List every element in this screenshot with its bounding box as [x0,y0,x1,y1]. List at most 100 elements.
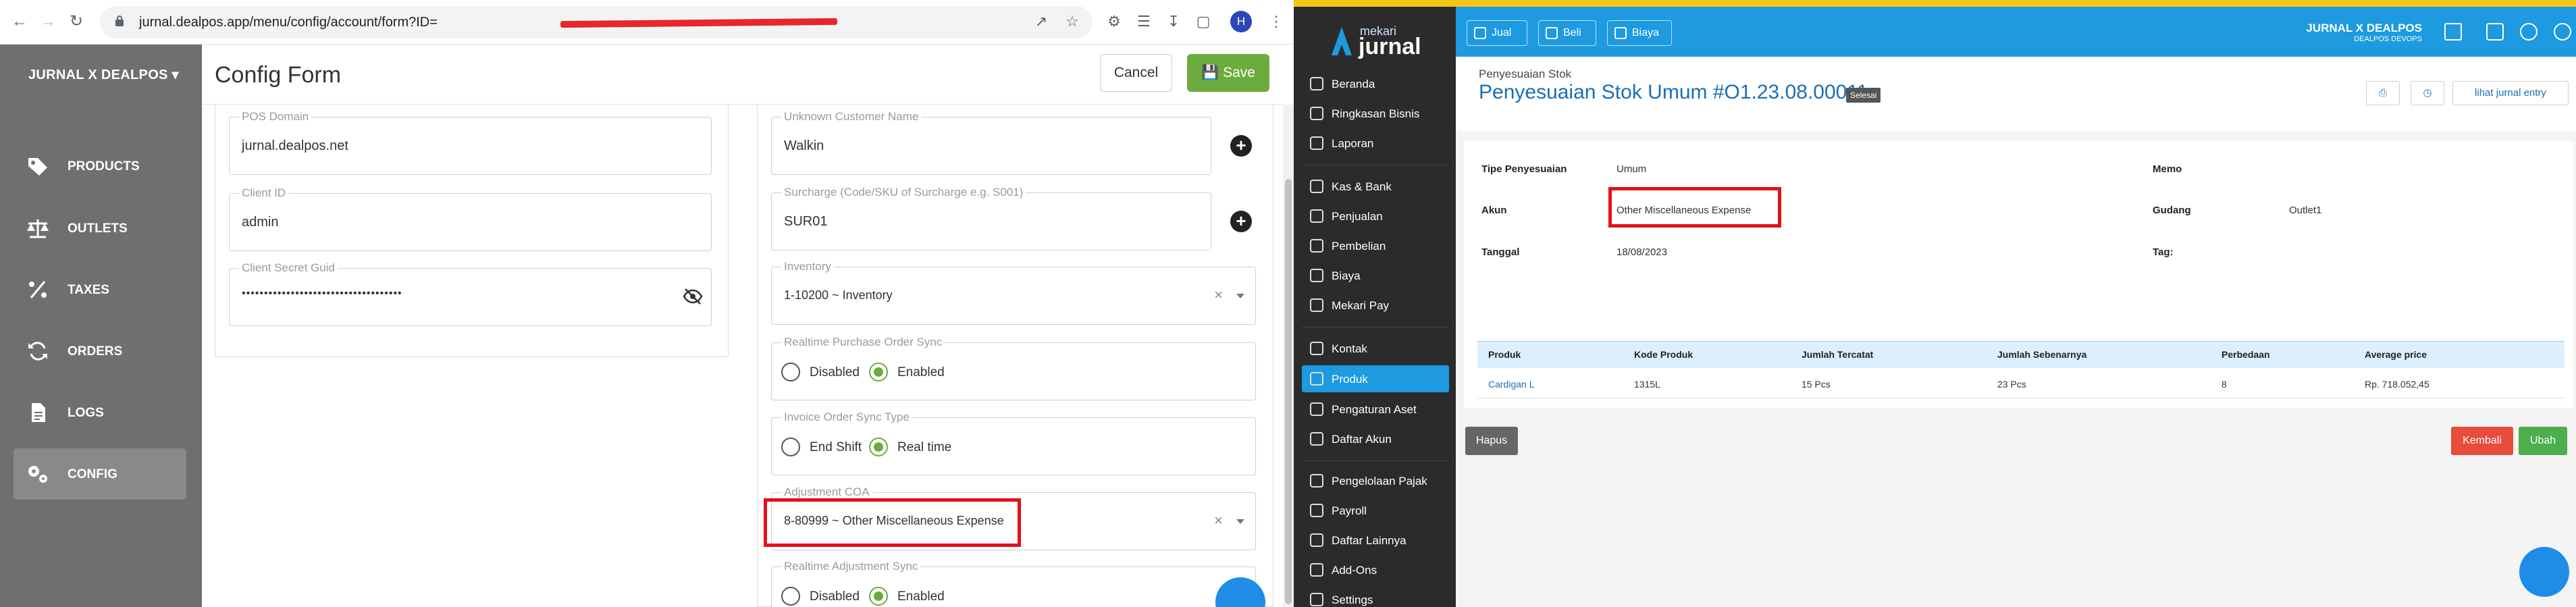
asset-icon [1310,402,1323,416]
nav-label: LOGS [68,406,104,420]
page-scrollbar[interactable] [1283,105,1294,607]
scrollbar-thumb[interactable] [1285,179,1292,604]
biaya-button[interactable]: Biaya [1607,20,1672,46]
chevron-down-icon[interactable] [1236,294,1244,298]
journal-entry-link[interactable]: lihat jurnal entry [2452,81,2569,105]
beli-button[interactable]: Beli [1538,20,1596,46]
field-label: POS Domain [239,110,312,124]
bell-icon[interactable] [2554,23,2571,41]
receipt-icon [1614,27,1627,39]
nav-produk[interactable]: Produk [1302,365,1449,392]
breadcrumb[interactable]: Penyesuaian Stok [1479,68,1571,81]
address-bar[interactable]: jurnal.dealpos.app/menu/config/account/f… [100,6,1093,38]
nav-kontak[interactable]: Kontak [1302,335,1449,362]
field-label: Invoice Order Sync Type [781,411,912,424]
akun-label: Akun [1481,205,1507,216]
nav-daftar-akun[interactable]: Daftar Akun [1302,425,1449,452]
dashboard-icon [1310,107,1323,120]
button-label: Beli [1563,27,1581,38]
clear-icon[interactable]: × [1214,286,1223,304]
pos-domain-field[interactable]: POS Domain jurnal.dealpos.net [229,110,712,175]
nav-pembelian[interactable]: Pembelian [1302,232,1449,259]
brand-dropdown[interactable]: JURNAL X DEALPOS ▾ [28,66,179,83]
lock-icon [115,16,124,26]
client-secret-field[interactable]: Client Secret Guid •••••••••••••••••••••… [229,261,712,326]
nav-products[interactable]: PRODUCTS [14,140,186,192]
table-cell: 15 Pcs [1802,379,1831,390]
realtime-po-disabled-radio[interactable] [781,363,800,381]
page-header: Penyesuaian Stok Penyesuaian Stok Umum #… [1456,57,2576,131]
nav-logs[interactable]: LOGS [14,387,186,438]
nav-biaya[interactable]: Biaya [1302,262,1449,289]
share-icon[interactable]: ↗ [1032,12,1051,31]
jurnal-sidebar: mekari jurnal Beranda Ringkasan Bisnis L… [1294,0,1456,607]
nav-beranda[interactable]: Beranda [1302,70,1449,97]
nav-taxes[interactable]: TAXES [14,264,186,315]
nav-ringkasan-bisnis[interactable]: Ringkasan Bisnis [1302,100,1449,127]
nav-config[interactable]: CONFIG [14,448,186,500]
star-icon[interactable]: ☆ [1063,12,1082,31]
unknown-customer-field[interactable]: Unknown Customer Name Walkin [771,110,1211,175]
field-label: Adjustment COA [781,485,872,499]
clear-icon[interactable]: × [1214,512,1223,529]
nav-laporan[interactable]: Laporan [1302,130,1449,157]
clock-icon[interactable] [2520,23,2538,41]
button-label: Biaya [1632,27,1660,38]
nav-settings[interactable]: Settings [1302,586,1449,607]
mekari-jurnal-logo[interactable]: mekari jurnal [1329,22,1430,59]
chat-widget-button[interactable] [2519,547,2569,597]
gudang-label: Gudang [2153,205,2191,216]
reload-icon[interactable]: ↻ [66,11,86,32]
profile-avatar[interactable]: H [1230,11,1252,32]
nav-payroll[interactable]: Payroll [1302,497,1449,524]
client-id-field[interactable]: Client ID admin [229,186,712,251]
realtime-adj-enabled-radio[interactable] [869,587,888,606]
jurnal-content: Penyesuaian Stok Penyesuaian Stok Umum #… [1456,57,2576,607]
nav-add-ons[interactable]: Add-Ons [1302,556,1449,583]
back-arrow-icon[interactable]: ← [9,11,30,32]
nav-pengelolaan-pajak[interactable]: Pengelolaan Pajak [1302,467,1449,494]
contact-icon [1310,342,1323,355]
invoice-end-shift-radio[interactable] [781,438,800,456]
chevron-down-icon[interactable] [1236,519,1244,524]
add-customer-icon[interactable]: + [1230,135,1252,157]
logo-mark-icon [1332,27,1352,55]
nav-outlets[interactable]: OUTLETS [14,203,186,254]
print-icon[interactable]: ⎙ [2366,81,2400,105]
nav-kas-bank[interactable]: Kas & Bank [1302,173,1449,200]
eye-slash-icon[interactable] [683,288,703,305]
save-button[interactable]: 💾 Save [1187,54,1269,92]
url-text: jurnal.dealpos.app/menu/config/account/f… [139,15,438,30]
apps-grid-icon[interactable] [2444,23,2462,41]
side-panel-icon[interactable]: ▢ [1194,12,1213,31]
edit-button[interactable]: Ubah [2519,427,2567,455]
nav-orders[interactable]: ORDERS [14,325,186,377]
tag-icon [1474,27,1486,39]
extensions-icon[interactable]: ⚙ [1105,12,1124,31]
inbox-icon[interactable] [2486,23,2504,41]
download-icon[interactable]: ↧ [1164,12,1183,31]
nav-mekari-pay[interactable]: Mekari Pay [1302,292,1449,319]
product-link[interactable]: Cardigan L [1488,379,1535,390]
nav-penjualan[interactable]: Penjualan [1302,203,1449,230]
column-header: Kode Produk [1634,349,1693,360]
more-menu-icon[interactable]: ⋮ [1267,12,1286,31]
history-icon[interactable]: ◷ [2411,81,2444,105]
nav-divider [1302,460,1449,461]
jual-button[interactable]: Jual [1467,20,1527,46]
media-queue-icon[interactable]: ☰ [1134,12,1153,31]
report-icon [1310,136,1323,150]
forward-arrow-icon[interactable]: → [38,11,58,32]
realtime-po-enabled-radio[interactable] [869,363,888,381]
back-button[interactable]: Kembali [2451,427,2513,455]
delete-button[interactable]: Hapus [1465,427,1518,455]
company-switcher[interactable]: JURNAL X DEALPOS DEALPOS DEVOPS [2306,22,2422,43]
invoice-realtime-radio[interactable] [869,438,888,456]
surcharge-field[interactable]: Surcharge (Code/SKU of Surcharge e.g. S0… [771,186,1211,250]
nav-daftar-lainnya[interactable]: Daftar Lainnya [1302,527,1449,554]
realtime-adj-disabled-radio[interactable] [781,587,800,606]
add-surcharge-icon[interactable]: + [1230,211,1252,232]
cancel-button[interactable]: Cancel [1100,54,1172,92]
nav-pengaturan-aset[interactable]: Pengaturan Aset [1302,396,1449,423]
inventory-select[interactable]: Inventory 1-10200 ~ Inventory × [771,260,1256,325]
